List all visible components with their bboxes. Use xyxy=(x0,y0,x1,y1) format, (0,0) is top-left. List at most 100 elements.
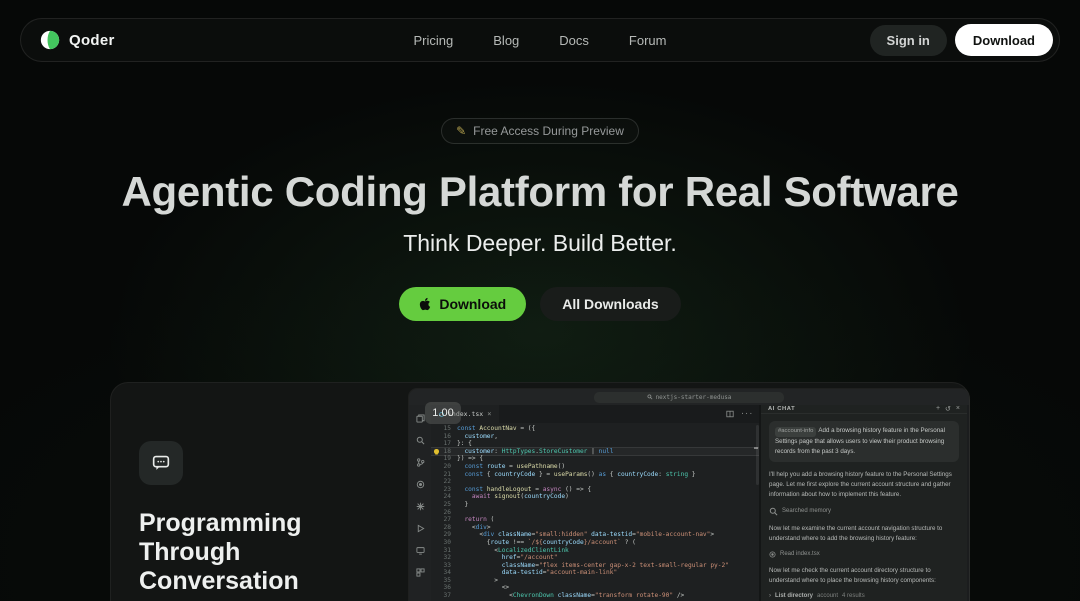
code-line-21: 21 const { countryCode } = useParams() a… xyxy=(431,471,759,479)
project-search-label: nextjs-starter-medusa xyxy=(656,394,732,401)
download-button-label: Download xyxy=(439,296,506,312)
all-downloads-button[interactable]: All Downloads xyxy=(540,287,680,321)
line-number: 28 xyxy=(431,524,457,532)
line-number: 20 xyxy=(431,463,457,471)
code-line-35: 35 > xyxy=(431,577,759,585)
code-editor[interactable]: 15const AccountNav = ({16 customer,17}: … xyxy=(431,423,759,601)
project-search-box[interactable]: nextjs-starter-medusa xyxy=(594,392,784,403)
code-line-31: 31 <LocalizedClientLink xyxy=(431,547,759,555)
assistant-paragraph: I'll help you add a browsing history fea… xyxy=(769,470,959,500)
nav-link-docs[interactable]: Docs xyxy=(559,33,589,48)
signin-button[interactable]: Sign in xyxy=(870,25,947,56)
line-number: 31 xyxy=(431,547,457,555)
read-icon xyxy=(769,551,776,558)
feature-icon-tile xyxy=(139,441,183,485)
line-number: 19 xyxy=(431,455,457,463)
code-line-27: 27 return ( xyxy=(431,516,759,524)
close-icon[interactable]: × xyxy=(956,405,960,413)
code-line-36: 36 <> xyxy=(431,584,759,592)
line-number: 22 xyxy=(431,478,457,486)
code-line-28: 28 <div> xyxy=(431,524,759,532)
code-line-17: 17}: { xyxy=(431,440,759,448)
activity-bar xyxy=(409,405,431,601)
qoder-logo-icon xyxy=(39,29,61,51)
nav-link-blog[interactable]: Blog xyxy=(493,33,519,48)
line-number: 37 xyxy=(431,592,457,600)
hero-cta-row: Download All Downloads xyxy=(399,287,680,321)
ide-body: index.tsx × ··· 15const Acco xyxy=(409,405,969,601)
line-number: 32 xyxy=(431,554,457,562)
wand-icon: ✎ xyxy=(456,124,466,138)
line-number: 33 xyxy=(431,562,457,570)
remote-icon[interactable] xyxy=(415,545,425,555)
apple-icon xyxy=(419,297,431,311)
code-line-16: 16 customer, xyxy=(431,433,759,441)
chevron-right-icon: › xyxy=(769,593,771,599)
code-line-26: 26 xyxy=(431,509,759,517)
run-icon[interactable] xyxy=(415,523,425,533)
download-button[interactable]: Download xyxy=(399,287,526,321)
ai-chat-content: #account-infoAdd a browsing history feat… xyxy=(761,414,967,601)
files-icon[interactable] xyxy=(415,413,425,423)
nav-download-button[interactable]: Download xyxy=(955,24,1053,56)
code-line-34: 34 data-testid="account-main-link" xyxy=(431,569,759,577)
feature-heading: Programming Through Conversation xyxy=(139,509,329,596)
ai-chat-header: AI CHAT + ↺ × xyxy=(761,405,967,414)
brand[interactable]: Qoder xyxy=(39,29,115,51)
feature-card: Programming Through Conversation 1.00 ne… xyxy=(110,382,970,601)
ide-window: 1.00 nextjs-starter-medusa index.tsx × xyxy=(409,389,969,601)
brand-name: Qoder xyxy=(69,32,115,49)
tool-call-searched-memory[interactable]: Searched memory xyxy=(769,507,959,516)
editor-column: index.tsx × ··· 15const Acco xyxy=(431,405,759,601)
page-title: Agentic Coding Platform for Real Softwar… xyxy=(121,168,958,216)
close-tab-icon[interactable]: × xyxy=(487,410,491,418)
code-line-29: 29 <div className="small:hidden" data-te… xyxy=(431,531,759,539)
line-number: 36 xyxy=(431,584,457,592)
code-line-22: 22 xyxy=(431,478,759,486)
line-number: 23 xyxy=(431,486,457,494)
tabbar-actions: ··· xyxy=(726,410,759,418)
extensions-icon[interactable] xyxy=(415,501,425,511)
context-chip[interactable]: #account-info xyxy=(775,427,816,437)
qoder-landing-page: Qoder Pricing Blog Docs Forum Sign in Downl… xyxy=(0,0,1080,601)
tool-call-read-index-tsx[interactable]: Read index.tsx xyxy=(769,551,959,558)
ai-chat-title: AI CHAT xyxy=(768,406,795,412)
code-line-30: 30 {route !== `/${countryCode}/account` … xyxy=(431,539,759,547)
search-icon[interactable] xyxy=(415,435,425,445)
preview-badge-label: Free Access During Preview xyxy=(473,124,624,138)
new-chat-icon[interactable]: + xyxy=(936,405,940,413)
lightbulb-icon[interactable] xyxy=(434,449,439,454)
code-line-32: 32 href="/account" xyxy=(431,554,759,562)
line-number: 15 xyxy=(431,425,457,433)
preview-badge: ✎ Free Access During Preview xyxy=(441,118,639,144)
code-line-20: 20 const route = usePathname() xyxy=(431,463,759,471)
assistant-paragraph: Now let me check the current account dir… xyxy=(769,566,959,586)
user-message-bubble: #account-infoAdd a browsing history feat… xyxy=(769,421,959,462)
ai-chat-header-icons: + ↺ × xyxy=(936,405,960,413)
tool-call-list-directory[interactable]: ›List directoryaccount4 results xyxy=(769,593,959,599)
navbar: Qoder Pricing Blog Docs Forum Sign in Downl… xyxy=(20,18,1060,62)
nav-link-forum[interactable]: Forum xyxy=(629,33,667,48)
line-number: 17 xyxy=(431,440,457,448)
ide-titlebar: nextjs-starter-medusa xyxy=(409,389,969,405)
line-number: 24 xyxy=(431,493,457,501)
line-number: 27 xyxy=(431,516,457,524)
code-line-25: 25 } xyxy=(431,501,759,509)
search-icon xyxy=(647,394,653,400)
ai-chat-panel: AI CHAT + ↺ × #account-infoAdd a browsing … xyxy=(761,405,967,601)
debug-icon[interactable] xyxy=(415,479,425,489)
more-icon[interactable]: ··· xyxy=(740,410,753,418)
history-icon[interactable]: ↺ xyxy=(945,405,951,413)
code-line-24: 24 await signout(countryCode) xyxy=(431,493,759,501)
line-number: 30 xyxy=(431,539,457,547)
split-editor-icon[interactable] xyxy=(726,410,734,418)
line-number: 16 xyxy=(431,433,457,441)
page-subtitle: Think Deeper. Build Better. xyxy=(403,230,677,257)
code-line-23: 23 const handleLogout = async () => { xyxy=(431,486,759,494)
source-control-icon[interactable] xyxy=(415,457,425,467)
nav-link-pricing[interactable]: Pricing xyxy=(414,33,454,48)
line-number: 34 xyxy=(431,569,457,577)
editor-tab-bar: index.tsx × ··· xyxy=(431,405,759,423)
assistant-paragraph: Now let me examine the current account n… xyxy=(769,524,959,544)
blocks-icon[interactable] xyxy=(415,567,425,577)
